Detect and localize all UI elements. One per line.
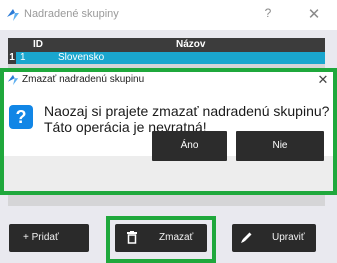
add-button-label: + Pridať <box>23 232 59 243</box>
table-header: ID Názov <box>8 38 325 52</box>
column-header-name[interactable]: Názov <box>176 39 205 50</box>
cell-id[interactable]: 1 <box>20 52 26 63</box>
column-header-id[interactable]: ID <box>33 39 43 50</box>
row-number: 1 <box>8 52 16 64</box>
dialog-app-icon <box>7 74 19 86</box>
window-titlebar: Nadradené skupiny ? ✕ <box>0 0 337 30</box>
confirm-dialog: Zmazať nadradenú skupinu ✕ ? Naozaj si p… <box>0 68 337 195</box>
dialog-message-line1: Naozaj si prajete zmazať nadradenú skupi… <box>44 103 330 119</box>
dialog-footer <box>4 156 333 191</box>
edit-button-label: Upraviť <box>272 232 305 243</box>
yes-button[interactable]: Áno <box>152 131 227 161</box>
parent-window: Nadradené skupiny ? ✕ ID Názov 1 1 Slove… <box>0 0 337 263</box>
dialog-title: Zmazať nadradenú skupinu <box>22 74 145 85</box>
edit-button[interactable]: Upraviť <box>232 224 316 252</box>
question-icon: ? <box>9 105 33 129</box>
add-button[interactable]: + Pridať <box>9 224 89 252</box>
pencil-icon <box>240 231 253 247</box>
cell-name[interactable]: Slovensko <box>58 52 104 63</box>
no-button[interactable]: Nie <box>236 131 324 161</box>
window-title: Nadradené skupiny <box>24 8 119 20</box>
dialog-close-button[interactable]: ✕ <box>315 72 331 88</box>
window-close-button[interactable]: ✕ <box>303 5 325 25</box>
help-button[interactable]: ? <box>258 6 278 24</box>
dialog-titlebar: Zmazať nadradenú skupinu ✕ <box>4 72 333 88</box>
delete-button-highlight <box>106 216 216 263</box>
app-icon <box>6 8 20 22</box>
table-row[interactable]: 1 1 Slovensko <box>8 52 325 64</box>
